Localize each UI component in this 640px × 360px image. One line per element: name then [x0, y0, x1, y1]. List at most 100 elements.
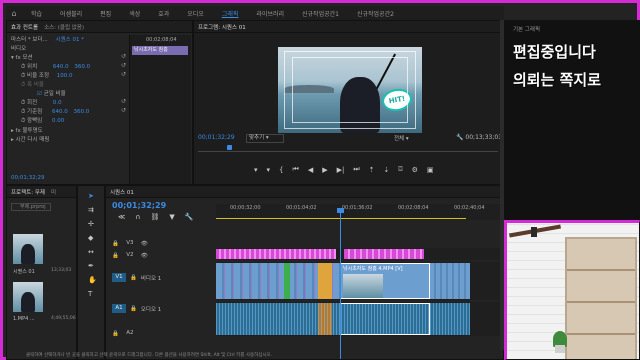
track-header-v2[interactable]: 🔒 V2 👁	[112, 250, 210, 261]
eye-icon[interactable]: 👁	[141, 241, 148, 247]
ec-time-remap[interactable]: ▸ 시간 다시 매핑	[11, 135, 49, 143]
wrench-icon[interactable]: 🔧	[185, 213, 194, 221]
ripple-edit-icon[interactable]: ✢	[88, 220, 94, 228]
snap-icon[interactable]: ≪	[118, 213, 125, 221]
program-scrub-bar[interactable]	[198, 148, 498, 152]
hand-tool-icon[interactable]: ✋	[88, 276, 97, 284]
slip-tool-icon[interactable]: ↔	[88, 248, 94, 256]
ec-footer-timecode[interactable]: 00;01;32;29	[11, 175, 45, 181]
selection-tool-icon[interactable]: ➤	[88, 192, 94, 200]
ec-motion[interactable]: ▾ fx 모션	[11, 53, 33, 61]
magnet-icon[interactable]: ∩	[135, 213, 140, 221]
menu-item-workspace1[interactable]: 신규작업공간1	[293, 9, 348, 18]
lock-icon[interactable]: 🔒	[112, 253, 119, 259]
timeline-clip-audio-selected[interactable]	[340, 303, 430, 335]
linked-selection-icon[interactable]: ⛓	[150, 213, 159, 221]
timeline-clip-video[interactable]	[318, 263, 332, 299]
frame-forward-icon[interactable]: ▶|	[337, 166, 345, 174]
camera-icon[interactable]: ⌼	[398, 165, 402, 174]
tab-sequence[interactable]: 시퀀스 01	[110, 188, 134, 196]
tab-effect-controls[interactable]: 효과 컨트롤	[11, 23, 38, 31]
frame-back-icon[interactable]: ◀	[308, 166, 313, 174]
timeline-clip-video[interactable]	[430, 263, 470, 299]
program-timecode[interactable]: 00;01;32;29	[198, 134, 235, 141]
mark-in-icon[interactable]: ▾	[254, 166, 258, 174]
fit-select[interactable]: 맞추기 ▾	[246, 134, 284, 143]
ec-source[interactable]: 마스터 * 보더... 시퀀스 01 *	[11, 35, 84, 43]
lock-icon[interactable]: 🔒	[112, 331, 119, 337]
program-video-frame[interactable]: HIT!	[278, 47, 422, 133]
tab-source[interactable]: 소스: (클립 없음)	[44, 23, 84, 31]
track-v1-area[interactable]: 낚시초자도 참홈 4.MP4 [V]	[216, 262, 502, 300]
menu-item-audio[interactable]: 오디오	[178, 9, 213, 18]
ec-uniform-scale[interactable]: ☑ 균일 비율	[37, 89, 66, 97]
lock-icon[interactable]: 🔒	[130, 306, 137, 312]
ec-antiflicker[interactable]: ⏱ 깜빡임 0.00	[21, 116, 64, 125]
multicam-icon[interactable]: ▣	[427, 166, 434, 174]
type-tool-icon[interactable]: T	[88, 290, 92, 298]
menu-item-edit[interactable]: 편집	[91, 9, 120, 18]
ec-position[interactable]: ⏱ 위치 640.0 360.0	[21, 62, 90, 71]
reset-icon[interactable]: ↺	[121, 71, 126, 78]
program-playhead[interactable]	[227, 145, 232, 150]
pen-tool-icon[interactable]: ✒	[88, 262, 94, 270]
reset-icon[interactable]: ↺	[121, 62, 126, 69]
project-thumb-sequence[interactable]	[13, 234, 43, 264]
tab-project[interactable]: 프로젝트: 무제	[11, 188, 45, 196]
track-v2-area[interactable]	[216, 248, 502, 260]
step-back-icon[interactable]: ⏮	[293, 165, 299, 174]
play-icon[interactable]: ▶	[322, 166, 327, 174]
reset-icon[interactable]: ↺	[121, 107, 126, 114]
eye-icon[interactable]: 👁	[141, 253, 148, 259]
ec-scale[interactable]: ⏱ 비율 조정 100.0	[21, 71, 73, 80]
ec-clip[interactable]: 낚시초자도 참홈	[132, 46, 188, 55]
timeline-clip-audio[interactable]	[430, 303, 470, 335]
lock-icon[interactable]: 🔒	[112, 241, 119, 247]
mark-out-icon[interactable]: ▾	[267, 166, 271, 174]
timeline-clip-graphic[interactable]	[344, 249, 424, 259]
go-to-in-icon[interactable]: {	[279, 166, 283, 174]
lift-icon[interactable]: ⇡	[369, 166, 375, 174]
menu-item-effects[interactable]: 효과	[149, 9, 178, 18]
menu-item-color[interactable]: 색상	[120, 9, 149, 18]
timeline-clip-audio[interactable]	[318, 303, 332, 335]
timeline-timecode[interactable]: 00;01;32;29	[112, 201, 166, 210]
track-header-a1[interactable]: A1 🔒 오디오 1	[112, 303, 210, 314]
track-select-icon[interactable]: ⇉	[88, 206, 94, 214]
tab-media[interactable]: 미	[51, 188, 56, 196]
track-a1-area[interactable]	[216, 302, 502, 336]
menu-item-graphics[interactable]: 그래픽	[213, 9, 248, 18]
menu-item-workspace2[interactable]: 신규작업공간2	[348, 9, 403, 18]
razor-tool-icon[interactable]: ◆	[88, 234, 93, 242]
timeline-playhead-line[interactable]	[340, 210, 341, 359]
wrench-icon[interactable]: 🔧	[456, 134, 463, 141]
reset-icon[interactable]: ↺	[121, 98, 126, 105]
quality-select[interactable]: 전체 ▾	[394, 134, 409, 142]
menu-item-learn[interactable]: 학습	[22, 9, 51, 18]
timeline-clip-video[interactable]	[284, 263, 290, 299]
work-area-bar[interactable]	[216, 218, 466, 219]
ec-anchor[interactable]: ⏱ 기준점 640.0 360.0	[21, 107, 89, 116]
ec-opacity[interactable]: ▸ fx 불투명도	[11, 126, 43, 134]
timeline-clip-graphic[interactable]	[216, 249, 336, 259]
extract-icon[interactable]: ⇣	[384, 166, 390, 174]
track-header-v3[interactable]: 🔒 V3 👁	[112, 238, 210, 249]
ec-rotation[interactable]: ⏱ 회전 0.0	[21, 98, 62, 107]
step-forward-icon[interactable]: ⏭	[353, 165, 359, 174]
home-icon[interactable]: ⌂	[6, 6, 22, 20]
menu-item-assembly[interactable]: 어셈블리	[51, 9, 91, 18]
project-thumb-clip[interactable]	[13, 282, 43, 312]
lock-icon[interactable]: 🔒	[130, 275, 137, 281]
menu-item-library[interactable]: 라이브러리	[247, 9, 293, 18]
reset-icon[interactable]: ↺	[121, 53, 126, 60]
marker-icon[interactable]: ▼	[169, 213, 174, 221]
project-search-input[interactable]: 무제.prproj	[11, 203, 51, 211]
timeline-clip-selected[interactable]: 낚시초자도 참홈 4.MP4 [V]	[340, 263, 430, 299]
timeline-playhead[interactable]	[337, 208, 344, 213]
ec-mini-timeline[interactable]: 00;02;08;04 낚시초자도 참홈	[129, 35, 191, 184]
track-header-a2[interactable]: 🔒 A2	[112, 328, 210, 339]
tab-essential-graphics[interactable]: 기본 그래픽	[513, 25, 540, 33]
settings-icon[interactable]: ⚙	[412, 166, 418, 174]
tab-program[interactable]: 프로그램: 시퀀스 01	[198, 23, 246, 31]
track-header-v1[interactable]: V1 🔒 비디오 1	[112, 272, 210, 283]
